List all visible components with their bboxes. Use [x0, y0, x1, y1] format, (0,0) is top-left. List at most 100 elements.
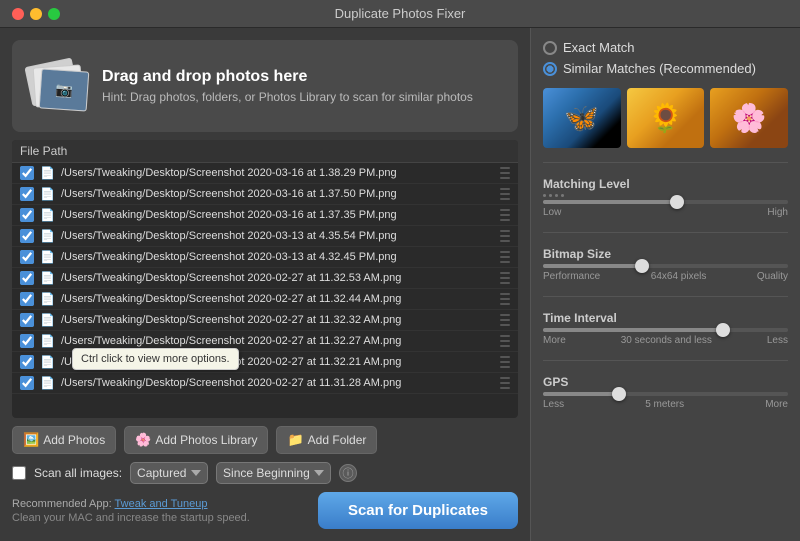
add-folder-button[interactable]: 📁 Add Folder: [276, 426, 377, 454]
file-name: /Users/Tweaking/Desktop/Screenshot 2020-…: [61, 167, 397, 179]
file-checkbox[interactable]: [20, 187, 34, 201]
file-checkbox[interactable]: [20, 208, 34, 222]
file-checkbox[interactable]: [20, 166, 34, 180]
time-interval-left: More: [543, 335, 566, 346]
maximize-button[interactable]: [48, 8, 60, 20]
window-controls: [12, 8, 60, 20]
similar-match-radio[interactable]: [543, 62, 557, 76]
drop-zone-text: Drag and drop photos here Hint: Drag pho…: [102, 68, 473, 104]
file-name: /Users/Tweaking/Desktop/Screenshot 2020-…: [61, 335, 401, 347]
recommended-section: Recommended App: Tweak and Tuneup Clean …: [12, 498, 250, 524]
gps-left: Less: [543, 399, 564, 410]
bitmap-size-labels: Performance 64x64 pixels Quality: [543, 271, 788, 282]
drag-handle: [500, 187, 510, 201]
drag-handle: [500, 250, 510, 264]
file-list-body[interactable]: 📄 /Users/Tweaking/Desktop/Screenshot 2020…: [12, 163, 518, 418]
file-row: 📄/Users/Tweaking/Desktop/Screenshot 2020…: [12, 226, 518, 247]
recommended-line1: Recommended App: Tweak and Tuneup: [12, 498, 250, 510]
gps-slider[interactable]: [543, 392, 788, 396]
drag-handle: [500, 166, 510, 180]
file-row: 📄/Users/Tweaking/Desktop/Screenshot 2020…: [12, 373, 518, 394]
file-checkbox[interactable]: [20, 355, 34, 369]
matching-level-label: Matching Level: [543, 177, 788, 191]
recommended-link[interactable]: Tweak and Tuneup: [115, 498, 208, 510]
file-checkbox[interactable]: [20, 313, 34, 327]
bitmap-size-right: Quality: [757, 271, 788, 282]
file-type-icon: 📄: [40, 292, 55, 306]
similar-match-row[interactable]: Similar Matches (Recommended): [543, 61, 788, 76]
add-photos-label: Add Photos: [43, 433, 105, 447]
exact-match-radio[interactable]: [543, 41, 557, 55]
file-row: 📄/Users/Tweaking/Desktop/Screenshot 2020…: [12, 310, 518, 331]
since-beginning-dropdown[interactable]: Since Beginning Last Week Last Month Las…: [216, 462, 331, 484]
file-checkbox[interactable]: [20, 376, 34, 390]
captured-dropdown[interactable]: Captured Modified Created: [130, 462, 208, 484]
time-interval-section: Time Interval More 30 seconds and less L…: [543, 311, 788, 346]
divider1: [543, 162, 788, 163]
drop-zone-hint: Hint: Drag photos, folders, or Photos Li…: [102, 90, 473, 104]
scan-all-checkbox[interactable]: [12, 466, 26, 480]
preview-images: [543, 88, 788, 148]
file-name: /Users/Tweaking/Desktop/Screenshot 2020-…: [61, 251, 397, 263]
matching-level-slider[interactable]: [543, 200, 788, 204]
matching-level-low: Low: [543, 207, 561, 218]
scan-all-label: Scan all images:: [34, 466, 122, 480]
photo-card-front: 📷: [39, 68, 90, 111]
time-interval-right: Less: [767, 335, 788, 346]
bottom-controls: 🖼️ Add Photos 🌸 Add Photos Library 📁 Add…: [12, 426, 518, 454]
bottom-row: Recommended App: Tweak and Tuneup Clean …: [12, 492, 518, 529]
tooltip: Ctrl click to view more options.: [72, 348, 239, 370]
file-checkbox[interactable]: [20, 334, 34, 348]
drag-handle: [500, 355, 510, 369]
close-button[interactable]: [12, 8, 24, 20]
file-type-icon: 📄: [40, 355, 55, 369]
preview-sunflower: [627, 88, 705, 148]
drop-zone[interactable]: 📷 Drag and drop photos here Hint: Drag p…: [12, 40, 518, 132]
add-photos-icon: 🖼️: [23, 432, 39, 448]
window-title: Duplicate Photos Fixer: [335, 6, 466, 21]
drag-handle: [500, 334, 510, 348]
divider4: [543, 360, 788, 361]
minimize-button[interactable]: [30, 8, 42, 20]
drag-handle: [500, 292, 510, 306]
add-library-button[interactable]: 🌸 Add Photos Library: [124, 426, 268, 454]
gps-section: GPS Less 5 meters More: [543, 375, 788, 410]
bitmap-size-left: Performance: [543, 271, 600, 282]
file-type-icon: 📄: [40, 313, 55, 327]
recommended-prefix: Recommended App:: [12, 498, 112, 510]
scan-button[interactable]: Scan for Duplicates: [318, 492, 518, 529]
file-row: 📄/Users/Tweaking/Desktop/Screenshot 2020…: [12, 352, 518, 373]
file-checkbox[interactable]: [20, 292, 34, 306]
bitmap-size-slider[interactable]: [543, 264, 788, 268]
left-panel: 📷 Drag and drop photos here Hint: Drag p…: [0, 28, 530, 541]
preview-butterfly: [543, 88, 621, 148]
time-interval-slider[interactable]: [543, 328, 788, 332]
file-name: /Users/Tweaking/Desktop/Screenshot 2020-…: [61, 293, 401, 305]
add-library-icon: 🌸: [135, 432, 151, 448]
drag-handle: [500, 229, 510, 243]
file-checkbox[interactable]: [20, 250, 34, 264]
matching-level-high: High: [767, 207, 788, 218]
bitmap-size-center: 64x64 pixels: [651, 271, 707, 282]
file-checkbox[interactable]: [20, 271, 34, 285]
divider2: [543, 232, 788, 233]
file-row: 📄/Users/Tweaking/Desktop/Screenshot 2020…: [12, 163, 518, 184]
add-photos-button[interactable]: 🖼️ Add Photos: [12, 426, 116, 454]
info-button[interactable]: ⓘ: [339, 464, 357, 482]
file-list-header: File Path: [12, 140, 518, 163]
file-checkbox[interactable]: [20, 229, 34, 243]
file-type-icon: 📄: [40, 187, 55, 201]
file-type-icon: 📄: [40, 250, 55, 264]
file-type-icon: 📄: [40, 229, 55, 243]
add-folder-label: Add Folder: [308, 433, 367, 447]
drag-handle: [500, 271, 510, 285]
matching-level-labels: Low High: [543, 207, 788, 218]
scan-options: Scan all images: Captured Modified Creat…: [12, 462, 518, 484]
match-type-section: Exact Match Similar Matches (Recommended…: [543, 40, 788, 76]
matching-level-section: Matching Level Low High: [543, 177, 788, 218]
similar-match-label: Similar Matches (Recommended): [563, 61, 756, 76]
exact-match-row[interactable]: Exact Match: [543, 40, 788, 55]
drag-handle: [500, 313, 510, 327]
file-row: 📄/Users/Tweaking/Desktop/Screenshot 2020…: [12, 184, 518, 205]
drag-handle: [500, 208, 510, 222]
